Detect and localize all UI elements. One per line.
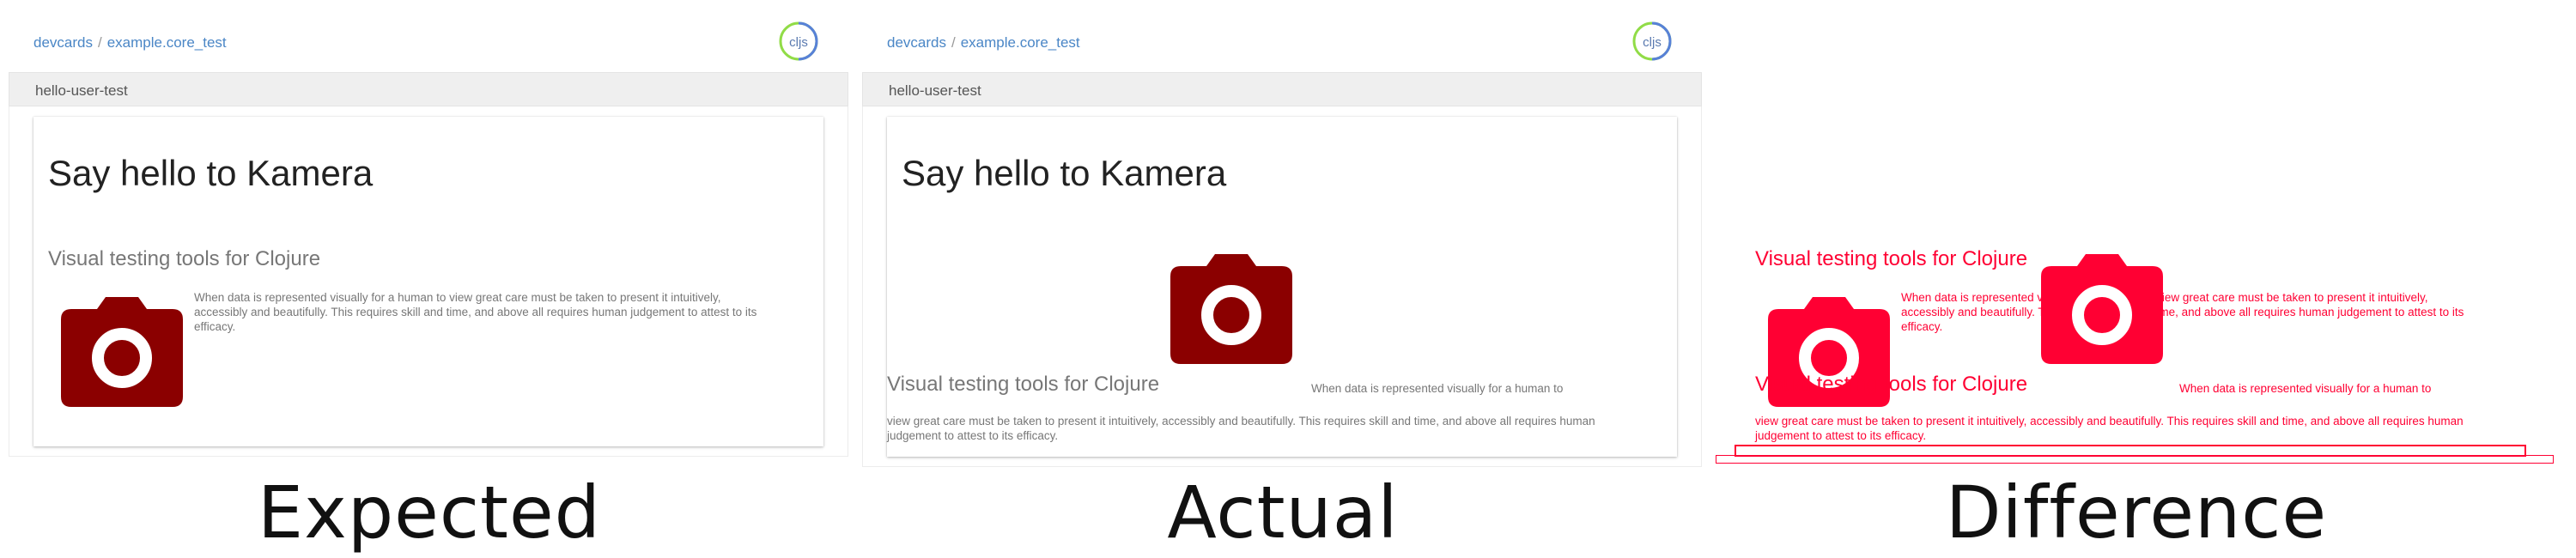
caption-difference: Difference [1945,470,2328,555]
breadcrumb-namespace-link[interactable]: example.core_test [961,34,1080,51]
breadcrumb-separator: / [951,34,956,51]
expected-panel: devcards / example.core_test cljs hello-us… [9,0,850,555]
breadcrumb-devcards-link[interactable]: devcards [33,34,93,51]
caption-actual: Actual [1167,470,1399,555]
caption-expected: Expected [258,470,601,555]
difference-panel: Visual testing tools for Clojure When da… [1716,0,2557,555]
breadcrumb: devcards / example.core_test [33,34,227,52]
diff-subheading-expected: Visual testing tools for Clojure [1755,247,2028,270]
diff-body-actual-rest: view great care must be taken to present… [1755,415,2464,442]
camera-icon [61,297,183,407]
diff-subheading-actual: Visual testing tools for Clojure [1755,373,2028,396]
page-title: Say hello to Kamera [902,153,1227,193]
cljs-logo-icon: cljs [779,21,818,61]
document: Say hello to Kamera Visual testing tools… [33,117,823,446]
page-title: Say hello to Kamera [48,153,374,193]
document: Say hello to Kamera Visual testing tools… [887,117,1677,457]
diff-body-expected: When data is represented visually for a … [1901,291,2464,333]
breadcrumb-namespace-link[interactable]: example.core_test [107,34,227,51]
body-text: When data is represented visually for a … [194,291,757,333]
subheading: Visual testing tools for Clojure [887,373,1160,396]
body-text-inline: When data is represented visually for a … [1311,382,1564,395]
breadcrumb-separator: / [97,34,102,51]
actual-panel: devcards / example.core_test cljs hello-us… [862,0,1704,555]
cljs-logo-text: cljs [789,35,808,50]
body-text-rest: view great care must be taken to present… [887,415,1595,442]
diff-body-actual-inline: When data is represented visually for a … [2179,382,2432,395]
top-bar: devcards / example.core_test cljs [9,0,850,72]
card-header: hello-user-test [862,72,1702,106]
card-header: hello-user-test [9,72,848,106]
top-bar: devcards / example.core_test cljs [862,0,1704,72]
cljs-logo-text: cljs [1643,35,1662,50]
breadcrumb: devcards / example.core_test [887,34,1080,52]
diff-overlay: Visual testing tools for Clojure When da… [1741,117,2530,457]
camera-icon [1170,254,1292,364]
diff-camera-icon [2041,254,2163,364]
breadcrumb-devcards-link[interactable]: devcards [887,34,946,51]
cljs-logo-icon: cljs [1632,21,1672,61]
subheading: Visual testing tools for Clojure [48,247,321,270]
diff-frame-outline [1716,455,2554,464]
